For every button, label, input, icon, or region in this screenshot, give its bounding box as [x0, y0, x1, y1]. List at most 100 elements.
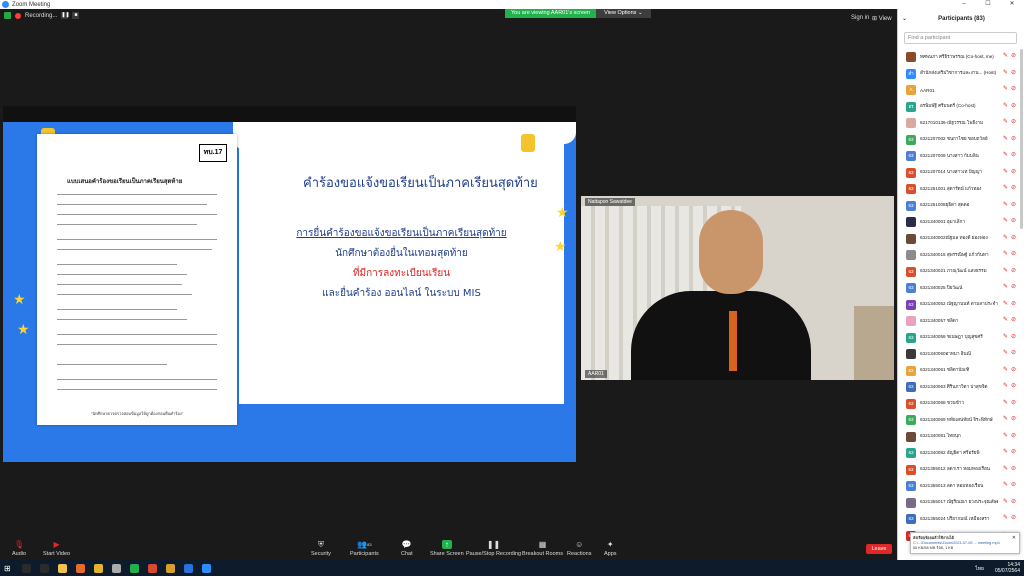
system-clock[interactable]: 14:34 05/07/2564 [995, 562, 1020, 574]
video-off-icon[interactable]: ⊘ [1011, 499, 1017, 506]
breakout-rooms-button[interactable]: ▦ Breakout Rooms [522, 540, 563, 557]
participant-row[interactable]: 63 6321207002 ชนกาไชย ขอบถวัลย์ ✎ ⊘ [898, 132, 1024, 149]
view-options-button[interactable]: View Options ⌄ [596, 9, 651, 18]
video-off-icon[interactable]: ⊘ [1011, 466, 1017, 473]
video-off-icon[interactable]: ⊘ [1011, 383, 1017, 390]
video-off-icon[interactable]: ⊘ [1011, 152, 1017, 159]
participant-row[interactable]: 6321340057 ชลิดา ✎ ⊘ [898, 313, 1024, 330]
maximize-button[interactable]: ☐ [976, 0, 1000, 9]
reactions-button[interactable]: ☺ Reactions [567, 540, 591, 557]
video-off-icon[interactable]: ⊘ [1011, 284, 1017, 291]
participant-row[interactable]: อร อรพิมพ์ฐิ์ ศรีมนตรี (Co-host) ✎ ⊘ [898, 99, 1024, 116]
video-off-icon[interactable]: ⊘ [1011, 86, 1017, 93]
mic-muted-icon[interactable]: ✎ [1003, 235, 1009, 242]
video-off-icon[interactable]: ⊘ [1011, 235, 1017, 242]
mic-muted-icon[interactable]: ✎ [1003, 53, 1009, 60]
video-off-icon[interactable]: ⊘ [1011, 433, 1017, 440]
mic-muted-icon[interactable]: ✎ [1003, 86, 1009, 93]
participants-button[interactable]: 👥 83 Participants [350, 540, 379, 557]
share-screen-button[interactable]: ↑ Share Screen [430, 540, 464, 557]
leave-button[interactable]: Leave [866, 544, 892, 554]
video-off-icon[interactable]: ⊘ [1011, 119, 1017, 126]
mic-muted-icon[interactable]: ✎ [1003, 367, 1009, 374]
participant-row[interactable]: 63 6321355012 ลดาเรา หอมทองเรือน ✎ ⊘ [898, 462, 1024, 479]
chevron-down-icon[interactable]: ⌄ [902, 9, 907, 29]
participant-row[interactable]: สำ สำนักส่งเสริมวิชาการและงาน... (Host) ✎ ⊘ [898, 66, 1024, 83]
video-off-icon[interactable]: ⊘ [1011, 400, 1017, 407]
mic-muted-icon[interactable]: ✎ [1003, 499, 1009, 506]
participant-row[interactable]: 63 6321207009 นางสาว กัมมลิน ✎ ⊘ [898, 148, 1024, 165]
video-off-icon[interactable]: ⊘ [1011, 53, 1017, 60]
chrome-icon[interactable] [94, 563, 103, 573]
word-icon[interactable] [184, 563, 193, 573]
participant-search-input[interactable]: Find a participant [904, 32, 1017, 44]
windows-start-icon[interactable]: ⊞ [4, 564, 13, 573]
start-video-button[interactable]: ▶ Start Video [43, 540, 70, 557]
video-off-icon[interactable]: ⊘ [1011, 70, 1017, 77]
pause-recording-icon[interactable]: ❚❚ [61, 12, 70, 19]
video-off-icon[interactable]: ⊘ [1011, 136, 1017, 143]
participant-row[interactable]: 63 6321251008ยุธิดา สุดดอ ✎ ⊘ [898, 198, 1024, 215]
mic-muted-icon[interactable]: ✎ [1003, 466, 1009, 473]
mic-muted-icon[interactable]: ✎ [1003, 284, 1009, 291]
mic-muted-icon[interactable]: ✎ [1003, 103, 1009, 110]
participant-row[interactable]: 63 6321340052 ณัฐญานนท์ ตามลาประจำ ✎ ⊘ [898, 297, 1024, 314]
download-notification[interactable]: ส่งเรียบร้อยแล้วใช้งานได้ C:\...\Documen… [910, 532, 1020, 554]
line-app-icon[interactable] [130, 563, 139, 573]
close-window-button[interactable]: ✕ [1000, 0, 1024, 9]
video-off-icon[interactable]: ⊘ [1011, 268, 1017, 275]
video-off-icon[interactable]: ⊘ [1011, 103, 1017, 110]
participant-row[interactable]: 63 6321340063 ศิรินภาวิตา ปาสุขจิต ✎ ⊘ [898, 379, 1024, 396]
mic-muted-icon[interactable]: ✎ [1003, 400, 1009, 407]
video-off-icon[interactable]: ⊘ [1011, 301, 1017, 308]
video-off-icon[interactable]: ⊘ [1011, 482, 1017, 489]
app-icon[interactable] [166, 563, 175, 573]
search-icon[interactable] [22, 563, 31, 573]
mic-muted-icon[interactable]: ✎ [1003, 317, 1009, 324]
video-off-icon[interactable]: ⊘ [1011, 317, 1017, 324]
participant-row[interactable]: 63 6321340069 หทัยเสน่ห์ยน์ จิระพิทักษ์ ✎ ⊘ [898, 412, 1024, 429]
mic-muted-icon[interactable]: ✎ [1003, 515, 1009, 522]
participant-row[interactable]: 63 6321340025 ปิยวัฒน์ ✎ ⊘ [898, 280, 1024, 297]
mic-muted-icon[interactable]: ✎ [1003, 268, 1009, 275]
participant-row[interactable]: 63 6321340058 ชเนษฎา บุญสุขศรี ✎ ⊘ [898, 330, 1024, 347]
video-off-icon[interactable]: ⊘ [1011, 251, 1017, 258]
video-off-icon[interactable]: ⊘ [1011, 185, 1017, 192]
mic-muted-icon[interactable]: ✎ [1003, 202, 1009, 209]
mic-muted-icon[interactable]: ✎ [1003, 136, 1009, 143]
participant-row[interactable]: 6321355017 ณัฐริณณา ยวงประจุณลัษศ ✎ ⊘ [898, 495, 1024, 512]
close-icon[interactable]: ✕ [1012, 535, 1016, 541]
participant-row[interactable]: 6321340060อาหมา อินณี ✎ ⊘ [898, 346, 1024, 363]
mic-muted-icon[interactable]: ✎ [1003, 251, 1009, 258]
mic-muted-icon[interactable]: ✎ [1003, 482, 1009, 489]
pause-recording-button[interactable]: ❚❚ Pause/Stop Recording [466, 540, 521, 557]
mic-muted-icon[interactable]: ✎ [1003, 70, 1009, 77]
mic-muted-icon[interactable]: ✎ [1003, 218, 1009, 225]
file-explorer-icon[interactable] [58, 563, 67, 573]
speaker-video[interactable]: Nattapon Sawatdee AAR01 [581, 196, 894, 380]
task-view-icon[interactable] [40, 563, 49, 573]
video-off-icon[interactable]: ⊘ [1011, 449, 1017, 456]
participant-row[interactable]: 63 6321340082 อัญธิดา ศรีอรัยพิ ✎ ⊘ [898, 445, 1024, 462]
participant-row[interactable]: 6217010136-ณัฐวรรณ โพธิ์งาม ✎ ⊘ [898, 115, 1024, 132]
participant-row[interactable]: 63 6321251001 สุดารัตน์ แก้วทอง ✎ ⊘ [898, 181, 1024, 198]
video-off-icon[interactable]: ⊘ [1011, 202, 1017, 209]
mic-muted-icon[interactable]: ✎ [1003, 301, 1009, 308]
zoom-taskbar-icon[interactable] [202, 563, 211, 573]
video-off-icon[interactable]: ⊘ [1011, 218, 1017, 225]
video-off-icon[interactable]: ⊘ [1011, 416, 1017, 423]
participant-row[interactable]: 63 6321207014 นางสาวเท ปัญญา ✎ ⊘ [898, 165, 1024, 182]
mic-muted-icon[interactable]: ✎ [1003, 169, 1009, 176]
chat-button[interactable]: 💬 Chat [401, 540, 413, 557]
app-icon[interactable] [148, 563, 157, 573]
video-off-icon[interactable]: ⊘ [1011, 169, 1017, 176]
mic-muted-icon[interactable]: ✎ [1003, 416, 1009, 423]
video-off-icon[interactable]: ⊘ [1011, 515, 1017, 522]
participant-row[interactable]: 63 6321340068 ชวนข้าว ✎ ⊘ [898, 396, 1024, 413]
sign-in-button[interactable]: Sign in [851, 15, 869, 21]
firefox-icon[interactable] [76, 563, 85, 573]
participant-row[interactable]: ทศพนภา ศรีธิราพรรณ (Co-host, me) ✎ ⊘ [898, 49, 1024, 66]
view-layout-button[interactable]: ⊞ View [872, 15, 892, 22]
security-button[interactable]: ⛨ Security [311, 540, 331, 558]
mic-muted-icon[interactable]: ✎ [1003, 334, 1009, 341]
